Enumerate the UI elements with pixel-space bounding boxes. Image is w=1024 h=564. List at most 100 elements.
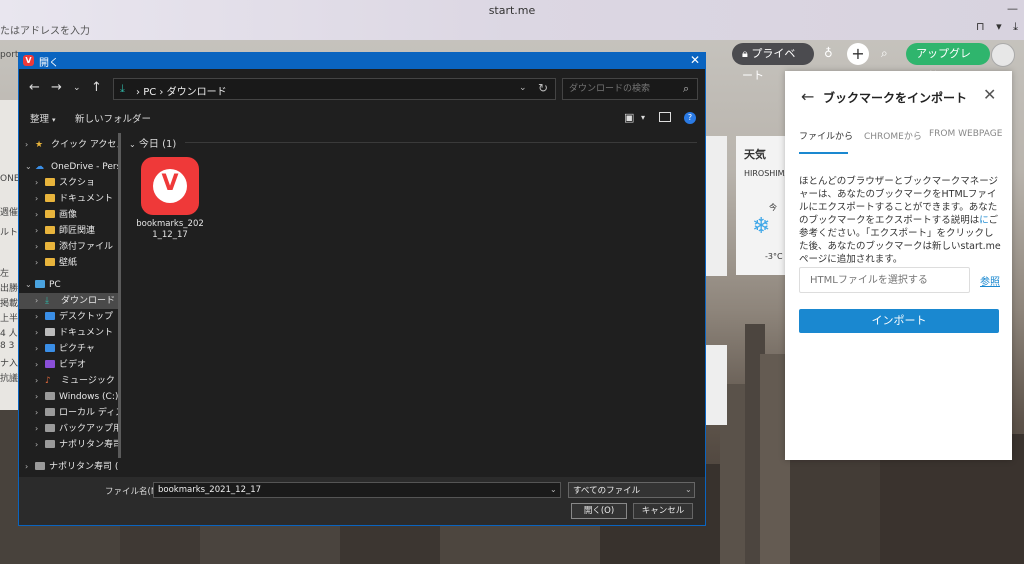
nav-tree-item[interactable]: › ローカル ディスク: [19, 405, 118, 421]
address-bar[interactable]: ⤓ › PC › ダウンロード ⌄ ↻: [113, 78, 556, 100]
chevron-down-icon[interactable]: ⌄: [519, 83, 527, 93]
nav-tree-label: バックアップ用HD: [59, 424, 118, 434]
snow-icon: ❄: [752, 214, 771, 239]
organize-label: 整理: [30, 114, 50, 125]
new-folder-button[interactable]: 新しいフォルダー: [75, 111, 151, 125]
browse-link[interactable]: 参照: [980, 273, 1000, 288]
close-icon[interactable]: ✕: [690, 53, 700, 67]
chevron-down-icon[interactable]: ⌄: [25, 159, 35, 175]
chevron-right-icon[interactable]: ›: [35, 255, 45, 271]
preview-pane-icon[interactable]: [659, 112, 671, 122]
nav-tree-item[interactable]: › ビデオ: [19, 357, 118, 373]
nav-tree-item[interactable]: › ★ クイック アクセス: [19, 137, 118, 153]
html-file-input[interactable]: [799, 267, 970, 293]
close-icon[interactable]: ✕: [983, 85, 996, 104]
breadcrumb-downloads[interactable]: ダウンロード: [167, 87, 227, 98]
file-item[interactable]: V bookmarks_2021_12_17: [135, 155, 205, 245]
nav-tree-item[interactable]: ⌄ PC: [19, 277, 118, 293]
search-icon[interactable]: ⌕: [881, 46, 888, 61]
chevron-right-icon[interactable]: ›: [35, 223, 45, 239]
chevron-down-icon[interactable]: ⌄: [73, 83, 81, 93]
nav-tree-item[interactable]: › ドキュメント: [19, 325, 118, 341]
chevron-right-icon[interactable]: ›: [35, 373, 45, 389]
nav-tree-item[interactable]: › 壁紙: [19, 255, 118, 271]
nav-tree-item[interactable]: › ドキュメント: [19, 191, 118, 207]
chevron-right-icon[interactable]: ›: [35, 309, 45, 325]
divider: [185, 142, 697, 143]
chevron-right-icon[interactable]: ›: [35, 389, 45, 405]
drive-icon: [45, 408, 55, 416]
nav-tree-label: 壁紙: [59, 258, 78, 268]
address-bar[interactable]: たはアドレスを入力: [0, 22, 90, 37]
chevron-right-icon[interactable]: ›: [35, 357, 45, 373]
nav-tree-item[interactable]: › 添付ファイル: [19, 239, 118, 255]
chevron-right-icon[interactable]: ›: [35, 437, 45, 453]
upgrade-button[interactable]: アップグレード: [906, 43, 990, 82]
open-button[interactable]: 開く(O): [571, 503, 627, 519]
nav-tree-item[interactable]: › バックアップ用HD: [19, 421, 118, 437]
tab-from-file[interactable]: ファイルから: [799, 129, 853, 142]
nav-tree-item[interactable]: › Windows (C:): [19, 389, 118, 405]
minimize-icon[interactable]: —: [1007, 2, 1018, 15]
nav-tree-item[interactable]: › ナポリタン寿司 (I: [19, 437, 118, 453]
import-button[interactable]: インポート: [799, 309, 999, 333]
search-input[interactable]: [562, 78, 698, 100]
chevron-right-icon[interactable]: ›: [35, 191, 45, 207]
tab-from-webpage[interactable]: FROM WEBPAGE: [929, 129, 1002, 139]
nav-tree-item[interactable]: › ⤓ ダウンロード: [19, 293, 118, 309]
chevron-right-icon[interactable]: ›: [35, 293, 45, 309]
cancel-button[interactable]: キャンセル: [633, 503, 693, 519]
nav-tree-item[interactable]: › ♪ ミュージック: [19, 373, 118, 389]
scrollbar[interactable]: [118, 133, 121, 458]
back-arrow-icon[interactable]: ←: [801, 87, 814, 106]
drive-icon: [35, 462, 45, 470]
chevron-right-icon[interactable]: ›: [35, 207, 45, 223]
chevron-down-icon[interactable]: ▾: [641, 113, 645, 122]
document-icon: [45, 328, 55, 336]
nav-tree-label: PC: [49, 280, 61, 290]
description-link[interactable]: に: [979, 215, 988, 226]
star-icon: ★: [35, 140, 44, 150]
nav-tree-item[interactable]: › スクショ: [19, 175, 118, 191]
chevron-right-icon[interactable]: ›: [25, 459, 35, 475]
group-header[interactable]: ⌄ 今日 (1): [129, 135, 176, 150]
chevron-right-icon[interactable]: ›: [35, 325, 45, 341]
chevron-down-icon[interactable]: ▾: [996, 20, 1002, 33]
chevron-right-icon[interactable]: ›: [35, 405, 45, 421]
nav-tree-label: ビデオ: [59, 360, 87, 370]
refresh-icon[interactable]: ↻: [538, 81, 548, 95]
breadcrumb-pc[interactable]: PC: [143, 87, 156, 98]
up-arrow-icon[interactable]: ↑: [91, 80, 102, 95]
back-arrow-icon[interactable]: ←: [29, 80, 40, 95]
chevron-right-icon[interactable]: ›: [35, 239, 45, 255]
avatar[interactable]: [991, 43, 1015, 67]
bookmark-icon[interactable]: ⊓: [976, 20, 985, 33]
help-icon[interactable]: ?: [684, 112, 696, 124]
vivaldi-icon-inner: V: [153, 169, 187, 203]
view-options-icon[interactable]: ▣: [624, 111, 634, 124]
chevron-down-icon[interactable]: ⌄: [685, 485, 692, 494]
search-icon[interactable]: ⌕: [683, 82, 689, 96]
tab-from-chrome[interactable]: CHROMEから: [864, 129, 922, 142]
forward-arrow-icon[interactable]: →: [51, 80, 62, 95]
filetype-select[interactable]: すべてのファイル: [568, 482, 695, 498]
nav-tree-item[interactable]: › ピクチャ: [19, 341, 118, 357]
nav-tree-item[interactable]: › 師匠関連: [19, 223, 118, 239]
lock-icon: 🔒︎: [742, 47, 748, 60]
add-button[interactable]: +: [847, 43, 869, 65]
nav-tree-item[interactable]: ⌄☁ OneDrive - Person: [19, 159, 118, 175]
nav-tree-item[interactable]: › ナポリタン寿司 (F:): [19, 459, 118, 475]
private-button[interactable]: 🔒︎ プライベート: [732, 43, 814, 82]
chevron-down-icon[interactable]: ⌄: [550, 485, 557, 494]
chevron-right-icon[interactable]: ›: [35, 341, 45, 357]
nav-tree-item[interactable]: › デスクトップ: [19, 309, 118, 325]
organize-menu[interactable]: 整理 ▾: [30, 111, 56, 125]
pin-icon[interactable]: ♁: [824, 46, 840, 62]
chevron-right-icon[interactable]: ›: [35, 421, 45, 437]
filename-input[interactable]: [153, 482, 561, 498]
chevron-right-icon[interactable]: ›: [25, 137, 35, 153]
chevron-right-icon[interactable]: ›: [35, 175, 45, 191]
nav-tree-item[interactable]: › 画像: [19, 207, 118, 223]
download-icon[interactable]: ⤓: [1013, 20, 1018, 33]
chevron-down-icon[interactable]: ⌄: [25, 277, 35, 293]
